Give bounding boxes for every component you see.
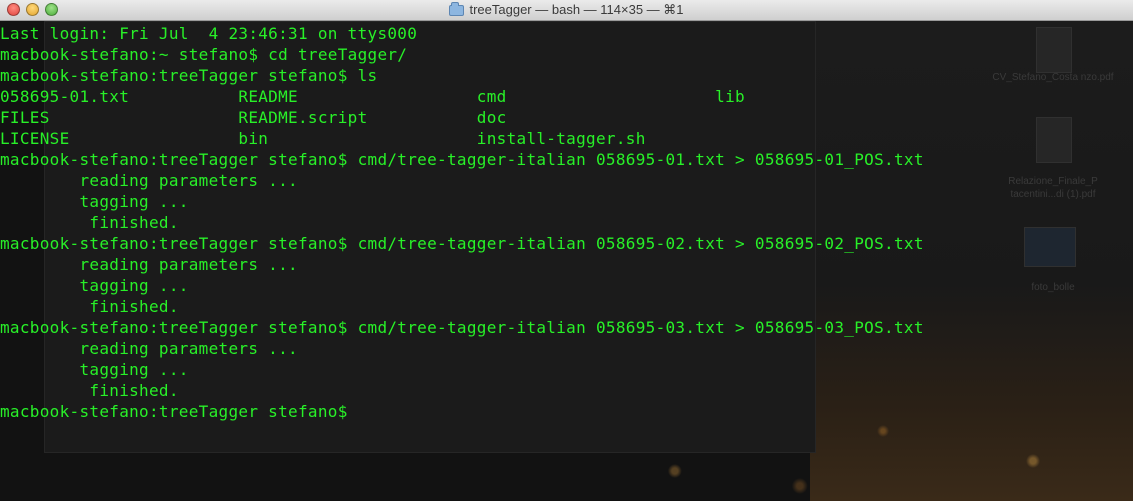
terminal-line: reading parameters ... xyxy=(0,171,298,190)
terminal-line: finished. xyxy=(0,297,179,316)
terminal-line: 058695-01.txt README cmd lib xyxy=(0,87,745,106)
terminal-line: macbook-stefano:treeTagger stefano$ cmd/… xyxy=(0,234,924,253)
terminal-line: tagging ... xyxy=(0,360,189,379)
terminal-line: Last login: Fri Jul 4 23:46:31 on ttys00… xyxy=(0,24,418,43)
terminal-line: tagging ... xyxy=(0,276,189,295)
terminal-line: macbook-stefano:treeTagger stefano$ cmd/… xyxy=(0,150,924,169)
terminal-line: finished. xyxy=(0,213,179,232)
terminal-line: macbook-stefano:treeTagger stefano$ cmd/… xyxy=(0,318,924,337)
file-label: Relazione_Finale_P tacentini...di (1).pd… xyxy=(1008,176,1098,200)
terminal-line: macbook-stefano:treeTagger stefano$ ls xyxy=(0,66,378,85)
file-icon xyxy=(1036,117,1072,163)
file-label: foto_bolle xyxy=(1031,282,1075,293)
terminal-line: reading parameters ... xyxy=(0,255,298,274)
terminal-line: LICENSE bin install-tagger.sh xyxy=(0,129,646,148)
terminal-line: finished. xyxy=(0,381,179,400)
terminal-line: tagging ... xyxy=(0,192,189,211)
terminal-content[interactable]: CV_Stefano_Costa nzo.pdf Relazione_Final… xyxy=(0,21,1133,501)
file-icon xyxy=(1036,27,1072,73)
terminal-line: macbook-stefano:~ stefano$ cd treeTagger… xyxy=(0,45,408,64)
title-bar[interactable]: treeTagger — bash — 114×35 — ⌘1 xyxy=(0,0,1133,21)
file-label: CV_Stefano_Costa nzo.pdf xyxy=(992,72,1114,83)
folder-icon xyxy=(449,1,465,16)
window-title-wrap: treeTagger — bash — 114×35 — ⌘1 xyxy=(0,0,1133,20)
terminal-window: treeTagger — bash — 114×35 — ⌘1 CV_Stefa… xyxy=(0,0,1133,501)
terminal-output: Last login: Fri Jul 4 23:46:31 on ttys00… xyxy=(0,23,924,422)
terminal-line: reading parameters ... xyxy=(0,339,298,358)
window-title: treeTagger — bash — 114×35 — ⌘1 xyxy=(469,2,684,17)
folder-icon xyxy=(1024,227,1076,267)
terminal-line: FILES README.script doc xyxy=(0,108,507,127)
terminal-prompt[interactable]: macbook-stefano:treeTagger stefano$ xyxy=(0,401,924,422)
